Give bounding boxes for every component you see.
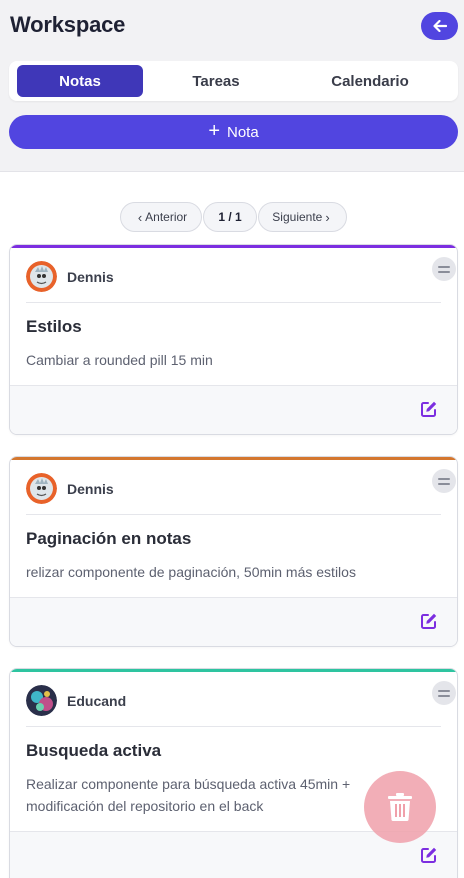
page-title: Workspace bbox=[10, 12, 126, 37]
tab-bar: Notas Tareas Calendario bbox=[9, 61, 458, 101]
delete-fab-button[interactable] bbox=[364, 771, 436, 843]
drag-handle-icon[interactable] bbox=[432, 257, 456, 281]
pagination-next-button[interactable]: Siguiente › bbox=[258, 202, 347, 232]
edit-icon[interactable] bbox=[420, 612, 438, 630]
note-author: Educand bbox=[67, 693, 127, 709]
arrow-left-icon bbox=[432, 20, 447, 32]
trash-icon bbox=[388, 793, 412, 822]
add-note-button[interactable]: + Nota bbox=[9, 115, 458, 149]
chevron-right-icon: › bbox=[325, 209, 330, 225]
note-title: Estilos bbox=[26, 317, 82, 336]
plus-icon: + bbox=[208, 120, 220, 142]
note-title: Busqueda activa bbox=[26, 741, 162, 760]
divider bbox=[26, 514, 441, 515]
pagination-prev-button[interactable]: ‹ Anterior bbox=[120, 202, 202, 232]
note-card: Dennis Paginación en notas relizar compo… bbox=[9, 456, 458, 647]
divider bbox=[26, 302, 441, 303]
note-accent-bar bbox=[10, 245, 457, 248]
note-title: Paginación en notas bbox=[26, 529, 192, 548]
add-note-label: Nota bbox=[227, 123, 259, 141]
note-card: Dennis Estilos Cambiar a rounded pill 15… bbox=[9, 244, 458, 435]
header-area: Workspace Notas Tareas Calendario + Nota bbox=[0, 0, 464, 172]
drag-handle-icon[interactable] bbox=[432, 469, 456, 493]
edit-icon[interactable] bbox=[420, 846, 438, 864]
drag-handle-icon[interactable] bbox=[432, 681, 456, 705]
tab-calendario[interactable]: Calendario bbox=[299, 65, 441, 97]
note-description: relizar componente de paginación, 50min … bbox=[26, 564, 356, 580]
tab-notas[interactable]: Notas bbox=[17, 65, 143, 97]
back-button[interactable] bbox=[421, 12, 458, 40]
pagination-current: 1 / 1 bbox=[203, 202, 257, 232]
note-accent-bar bbox=[10, 457, 457, 460]
note-accent-bar bbox=[10, 669, 457, 672]
pagination-next-label: Siguiente bbox=[272, 210, 323, 224]
note-footer bbox=[10, 385, 457, 434]
divider bbox=[26, 726, 441, 727]
avatar bbox=[26, 473, 57, 504]
note-author: Dennis bbox=[67, 269, 114, 285]
note-footer bbox=[10, 597, 457, 646]
tab-tareas[interactable]: Tareas bbox=[152, 65, 280, 97]
avatar bbox=[26, 685, 57, 716]
avatar bbox=[26, 261, 57, 292]
note-description: Cambiar a rounded pill 15 min bbox=[26, 352, 213, 368]
chevron-left-icon: ‹ bbox=[137, 209, 143, 225]
edit-icon[interactable] bbox=[420, 400, 438, 418]
pagination-prev-label: Anterior bbox=[145, 210, 188, 224]
note-author: Dennis bbox=[67, 481, 114, 497]
